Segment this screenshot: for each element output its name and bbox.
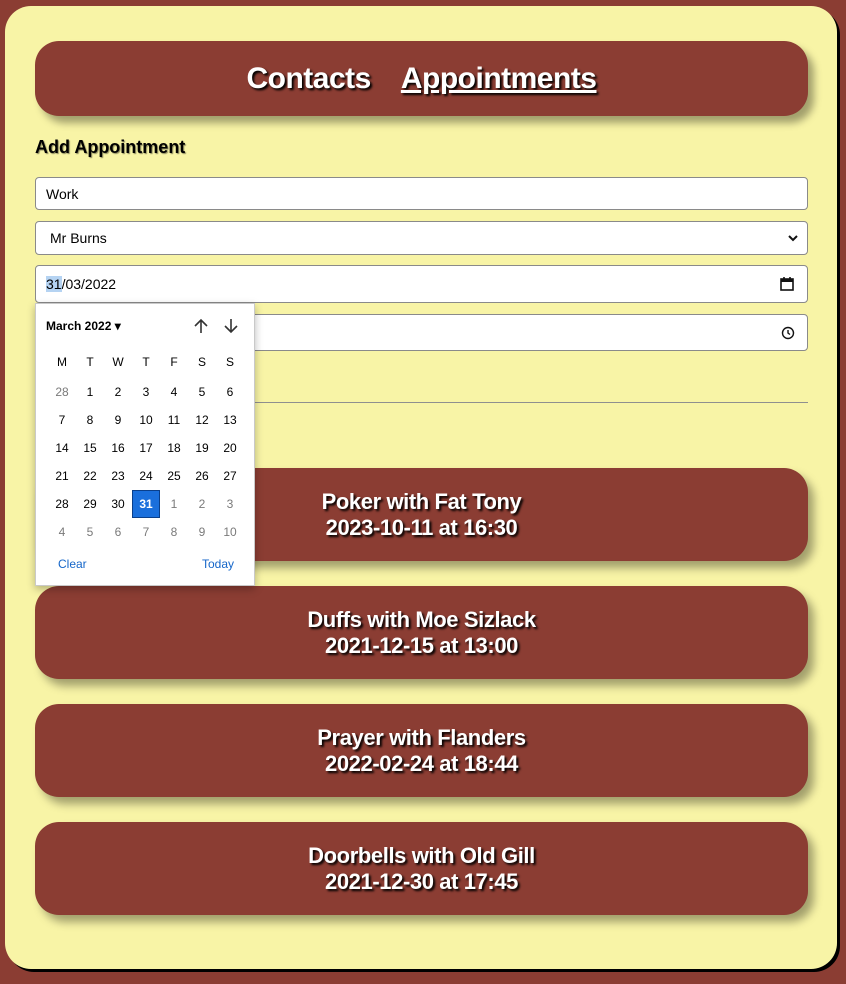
calendar-day[interactable]: 14 (48, 434, 76, 462)
weekday-label: W (112, 355, 124, 369)
weekday-label: S (197, 355, 206, 369)
appointment-card[interactable]: Prayer with Flanders 2022-02-24 at 18:44 (35, 704, 808, 797)
calendar-day[interactable]: 10 (216, 518, 244, 546)
appointment-title: Prayer with Flanders (317, 724, 526, 750)
calendar-day[interactable]: 31 (132, 490, 160, 518)
calendar-day[interactable]: 8 (160, 518, 188, 546)
calendar-day[interactable]: 28 (48, 490, 76, 518)
contact-select[interactable]: Mr Burns (35, 221, 808, 255)
date-picker-popup: March 2022 ▾ M T W T F S S 28 1 2 3 4 5 6 7 8 9 10… (35, 303, 255, 586)
date-rest-segment[interactable]: /03/2022 (62, 276, 117, 292)
calendar-day[interactable]: 4 (48, 518, 76, 546)
weekday-label: M (57, 355, 67, 369)
calendar-icon[interactable] (779, 276, 795, 292)
appointment-datetime: 2023-10-11 at 16:30 (325, 514, 518, 540)
weekday-header: M T W T F S S (48, 355, 248, 369)
calendar-day[interactable]: 8 (76, 406, 104, 434)
add-appointment-heading: Add Appointment (35, 137, 186, 157)
weekday-label: F (170, 355, 178, 369)
appointment-title: Duffs with Moe Sizlack (307, 606, 536, 632)
weekday-label: S (225, 355, 234, 369)
weekday-label: T (86, 355, 94, 369)
calendar-day[interactable]: 9 (104, 406, 132, 434)
contact-select-value: Mr Burns (50, 230, 107, 246)
appointment-card[interactable]: Doorbells with Old Gill 2021-12-30 at 17… (35, 822, 808, 915)
calendar-day[interactable]: 15 (76, 434, 104, 462)
calendar-day[interactable]: 6 (104, 518, 132, 546)
calendar-day[interactable]: 2 (188, 490, 216, 518)
calendar-day[interactable]: 7 (132, 518, 160, 546)
navigation-bar: Contacts Appointments (35, 41, 808, 116)
today-button[interactable]: Today (202, 557, 234, 571)
appointment-datetime: 2021-12-30 at 17:45 (325, 868, 518, 894)
calendar-day[interactable]: 6 (216, 378, 244, 406)
clock-icon[interactable] (781, 326, 795, 340)
calendar-day[interactable]: 3 (132, 378, 160, 406)
calendar-day[interactable]: 27 (216, 462, 244, 490)
chevron-down-icon (787, 232, 799, 244)
calendar-day[interactable]: 17 (132, 434, 160, 462)
calendar-day[interactable]: 2 (104, 378, 132, 406)
clear-date-button[interactable]: Clear (58, 557, 87, 571)
calendar-day[interactable]: 22 (76, 462, 104, 490)
calendar-day[interactable]: 21 (48, 462, 76, 490)
calendar-day[interactable]: 3 (216, 490, 244, 518)
calendar-day[interactable]: 30 (104, 490, 132, 518)
calendar-day-grid: 28 1 2 3 4 5 6 7 8 9 10 11 12 13 14 15 16 17 18 19 20 21 22 23 2… (48, 378, 244, 546)
calendar-day[interactable]: 4 (160, 378, 188, 406)
caret-down-icon: ▾ (114, 319, 121, 333)
appointment-title: Poker with Fat Tony (321, 488, 522, 514)
appointment-datetime: 2021-12-15 at 13:00 (325, 632, 518, 658)
calendar-day[interactable]: 23 (104, 462, 132, 490)
appointment-title: Doorbells with Old Gill (308, 842, 535, 868)
calendar-day[interactable]: 20 (216, 434, 244, 462)
appointment-title-input[interactable]: Work (35, 177, 808, 210)
nav-appointments-link[interactable]: Appointments (401, 62, 597, 96)
nav-contacts-link[interactable]: Contacts (246, 62, 371, 96)
calendar-day[interactable]: 16 (104, 434, 132, 462)
month-year-dropdown[interactable]: March 2022 ▾ (46, 319, 121, 333)
month-year-label: March 2022 (46, 319, 112, 333)
date-input[interactable]: 31/03/2022 (35, 265, 808, 303)
weekday-label: T (142, 355, 150, 369)
calendar-day[interactable]: 5 (188, 378, 216, 406)
calendar-day[interactable]: 13 (216, 406, 244, 434)
date-day-segment[interactable]: 31 (46, 276, 62, 292)
calendar-day[interactable]: 5 (76, 518, 104, 546)
calendar-day[interactable]: 19 (188, 434, 216, 462)
previous-month-arrow-icon[interactable] (192, 317, 210, 335)
calendar-day[interactable]: 18 (160, 434, 188, 462)
calendar-day[interactable]: 24 (132, 462, 160, 490)
next-month-arrow-icon[interactable] (222, 317, 240, 335)
calendar-day[interactable]: 11 (160, 406, 188, 434)
calendar-day[interactable]: 7 (48, 406, 76, 434)
appointment-card[interactable]: Duffs with Moe Sizlack 2021-12-15 at 13:… (35, 586, 808, 679)
appointment-datetime: 2022-02-24 at 18:44 (325, 750, 518, 776)
calendar-day[interactable]: 25 (160, 462, 188, 490)
calendar-day[interactable]: 29 (76, 490, 104, 518)
calendar-day[interactable]: 9 (188, 518, 216, 546)
calendar-day[interactable]: 26 (188, 462, 216, 490)
appointment-title-value: Work (46, 185, 79, 202)
calendar-day[interactable]: 12 (188, 406, 216, 434)
calendar-day[interactable]: 1 (76, 378, 104, 406)
calendar-day[interactable]: 10 (132, 406, 160, 434)
calendar-day[interactable]: 1 (160, 490, 188, 518)
calendar-day[interactable]: 28 (48, 378, 76, 406)
